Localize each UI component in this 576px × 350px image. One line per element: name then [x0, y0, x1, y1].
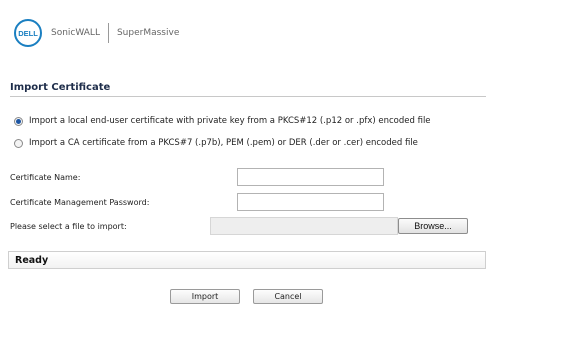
product-name: SuperMassive: [116, 28, 180, 38]
browse-button[interactable]: Browse...: [398, 218, 468, 234]
status-text: Ready: [15, 255, 49, 266]
option-pkcs12-label: Import a local end-user certificate with…: [29, 116, 431, 126]
certificate-name-input[interactable]: [237, 168, 384, 186]
brand-divider: [107, 23, 109, 43]
radio-pkcs12[interactable]: [14, 116, 23, 126]
password-label: Certificate Management Password:: [10, 198, 150, 207]
status-bar: Ready: [8, 251, 486, 269]
file-path-field[interactable]: [210, 217, 398, 235]
cancel-button[interactable]: Cancel: [253, 289, 323, 304]
password-input[interactable]: [237, 193, 384, 211]
import-button[interactable]: Import: [170, 289, 240, 304]
file-select-label: Please select a file to import:: [10, 222, 127, 231]
section-title: Import Certificate: [10, 82, 486, 97]
header: DELL SonicWALL SuperMassive: [14, 18, 179, 48]
brand-name: SonicWALL: [51, 28, 100, 38]
dell-logo: DELL: [14, 19, 42, 47]
option-ca-cert[interactable]: Import a CA certificate from a PKCS#7 (.…: [14, 138, 418, 148]
option-ca-cert-label: Import a CA certificate from a PKCS#7 (.…: [29, 138, 418, 148]
option-pkcs12[interactable]: Import a local end-user certificate with…: [14, 116, 431, 126]
radio-ca-cert[interactable]: [14, 138, 23, 148]
certificate-name-label: Certificate Name:: [10, 173, 81, 182]
radio-selected-dot: [16, 118, 21, 124]
dell-logo-text: DELL: [18, 28, 38, 38]
